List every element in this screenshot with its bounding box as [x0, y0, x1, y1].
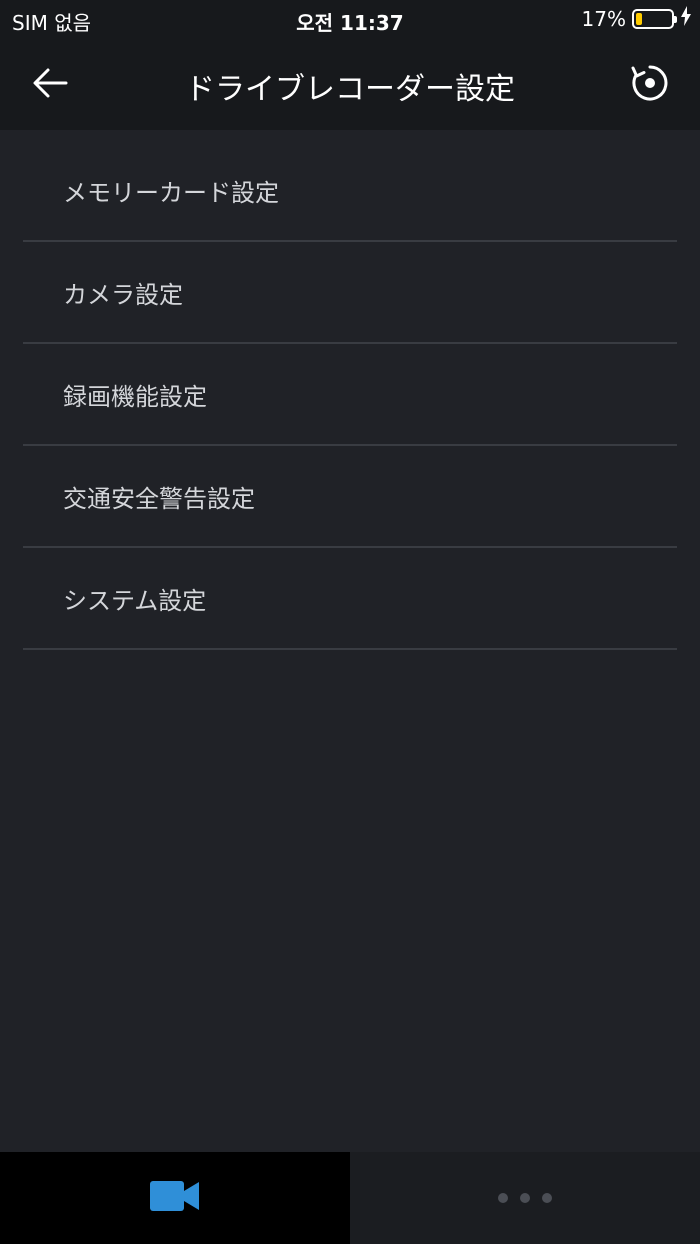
dot — [520, 1193, 530, 1203]
header-area: SIM 없음 오전 11:37 17% ドライブレコーダー設定 — [0, 0, 700, 130]
page-title: ドライブレコーダー設定 — [185, 72, 515, 107]
dot — [498, 1193, 508, 1203]
settings-item-memory-card[interactable]: メモリーカード設定 — [23, 140, 677, 242]
settings-item-traffic-safety-alert[interactable]: 交通安全警告設定 — [23, 446, 677, 548]
bolt-icon — [680, 6, 692, 31]
battery-cap — [674, 15, 677, 23]
status-bar: SIM 없음 오전 11:37 17% — [0, 0, 700, 40]
settings-list: メモリーカード設定 カメラ設定 録画機能設定 交通安全警告設定 システム設定 — [23, 140, 677, 650]
tab-camera[interactable] — [0, 1152, 350, 1244]
battery-percent: 17% — [581, 6, 626, 31]
settings-item-label: カメラ設定 — [63, 280, 183, 309]
video-camera-icon — [149, 1179, 201, 1217]
battery-status: 17% — [582, 6, 692, 31]
settings-item-label: システム設定 — [63, 586, 207, 615]
back-button[interactable] — [20, 60, 80, 110]
reset-icon — [629, 62, 671, 108]
tab-bar — [0, 1152, 700, 1244]
settings-item-system[interactable]: システム設定 — [23, 548, 677, 650]
settings-item-recording[interactable]: 録画機能設定 — [23, 344, 677, 446]
tab-more[interactable] — [350, 1152, 700, 1244]
reset-button[interactable] — [620, 58, 680, 112]
settings-item-label: メモリーカード設定 — [63, 178, 279, 207]
battery-fill — [636, 12, 642, 25]
nav-bar: ドライブレコーダー設定 — [0, 40, 700, 130]
settings-item-label: 交通安全警告設定 — [63, 484, 255, 513]
arrow-left-icon — [31, 67, 69, 103]
battery-icon — [632, 8, 677, 29]
app-screen: SIM 없음 오전 11:37 17% ドライブレコーダー設定 メモリーカード設… — [0, 0, 700, 1244]
more-dots-icon — [498, 1193, 552, 1203]
dot — [542, 1193, 552, 1203]
settings-item-camera[interactable]: カメラ設定 — [23, 242, 677, 344]
settings-item-label: 録画機能設定 — [63, 382, 207, 411]
